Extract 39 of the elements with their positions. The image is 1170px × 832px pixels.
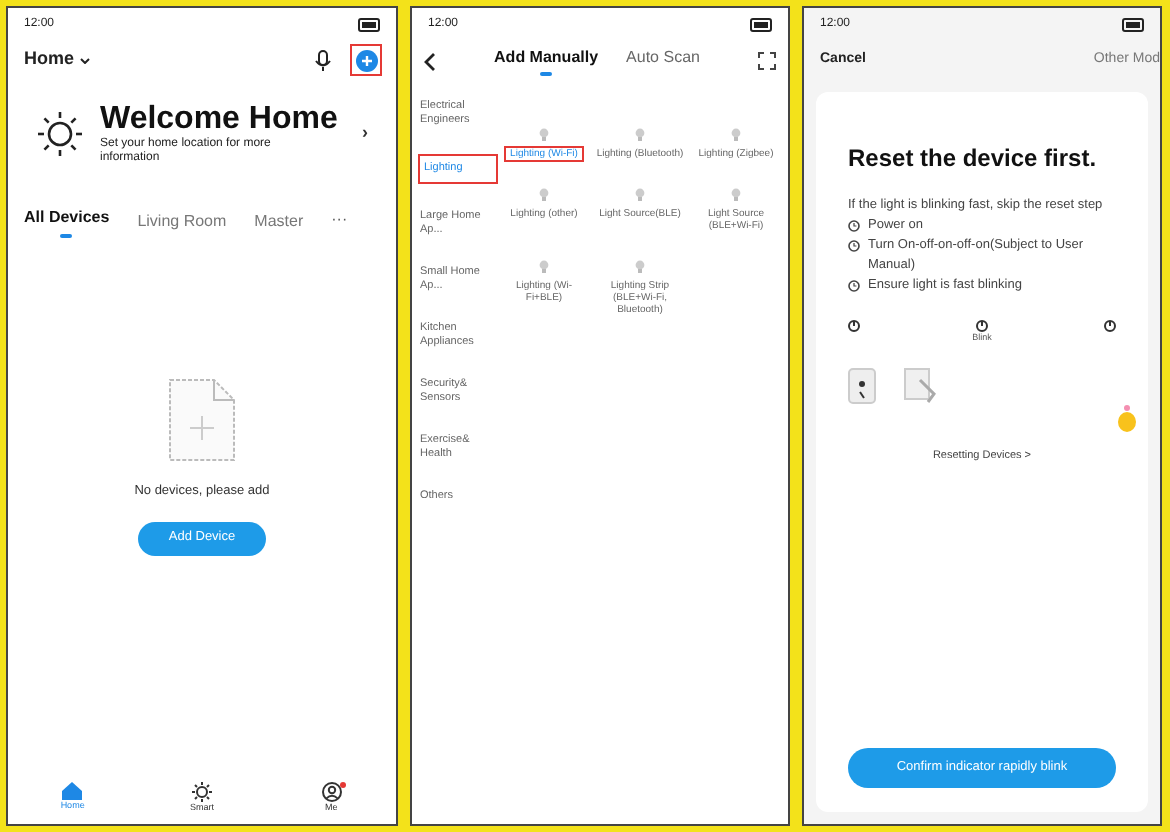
bulb-icon [634, 128, 646, 142]
battery-icon [358, 18, 380, 32]
sun-icon [36, 110, 84, 158]
sun-icon [191, 782, 212, 803]
bulb-icon [634, 188, 646, 202]
bulb-icon [730, 128, 742, 142]
power-icon [975, 319, 988, 331]
scan-icon [758, 52, 776, 70]
house-icon [62, 782, 83, 801]
clock-icon [848, 219, 860, 231]
room-tab[interactable]: Master [254, 210, 304, 234]
light-bulb-icon [1118, 404, 1136, 433]
more-icon[interactable]: ··· [331, 208, 348, 232]
add-mode-tab[interactable]: Add Manually [494, 46, 599, 76]
microphone-icon [314, 49, 332, 71]
room-tab[interactable]: Living Room [137, 210, 227, 234]
room-tab[interactable]: All Devices [24, 206, 110, 238]
bulb-icon [538, 260, 550, 274]
chevron-icon: › [362, 120, 368, 148]
clock-icon [848, 279, 860, 291]
bulb-icon [538, 128, 550, 142]
welcome-title: Welcome Home [100, 102, 340, 137]
add-mode-tab[interactable]: Auto Scan [626, 46, 700, 76]
bulb-icon [538, 188, 550, 202]
wall-switch-drawing [848, 368, 876, 405]
plus-circle-icon [355, 49, 377, 71]
power-icon [1103, 319, 1116, 331]
battery-icon [1122, 18, 1144, 32]
bulb-icon [634, 260, 646, 274]
battery-icon [750, 18, 772, 32]
instruction-title: Reset the device first. [848, 141, 1099, 175]
person-circle-icon [321, 782, 342, 803]
clock-icon [848, 239, 860, 251]
power-icon [848, 319, 860, 331]
document-plus-icon [168, 378, 236, 462]
home-menu[interactable]: Home [24, 46, 75, 74]
add-button[interactable] [352, 46, 380, 74]
caret-down-icon [80, 57, 91, 63]
bulb-icon [730, 188, 742, 202]
